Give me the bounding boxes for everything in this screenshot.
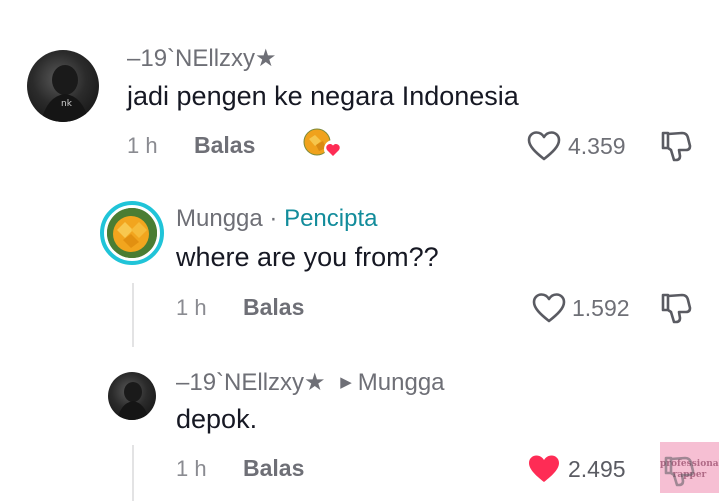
comment-username[interactable]: Mungga · Pencipta <box>176 205 377 233</box>
dislike-icon[interactable] <box>659 129 693 163</box>
creator-liked-badge <box>303 127 343 161</box>
commenter-avatar[interactable] <box>108 372 156 420</box>
heart-filled-icon[interactable] <box>527 454 561 484</box>
thread-line <box>132 283 134 347</box>
thread-line <box>132 445 134 501</box>
comment-time: 1 h <box>127 133 158 158</box>
comment-text: depok. <box>176 404 258 434</box>
mango-photo <box>107 208 157 258</box>
avatar-photo <box>117 382 149 420</box>
like-count: 4.359 <box>568 133 626 159</box>
like-count: 2.495 <box>568 456 626 482</box>
commenter-avatar[interactable]: nk <box>27 50 99 122</box>
like-count: 1.592 <box>572 295 630 321</box>
creator-avatar[interactable] <box>107 208 157 258</box>
heart-icon[interactable] <box>532 293 566 323</box>
heart-icon[interactable] <box>527 131 561 161</box>
reply-button[interactable]: Balas <box>194 132 255 159</box>
username-text[interactable]: Mungga <box>176 205 263 232</box>
comment-time: 1 h <box>176 456 207 481</box>
reply-button[interactable]: Balas <box>243 455 304 482</box>
comment-text: where are you from?? <box>176 242 439 272</box>
reply-button[interactable]: Balas <box>243 294 304 321</box>
reply-arrow-icon: ▶ <box>340 374 352 391</box>
creator-label: Pencipta <box>284 205 378 232</box>
dislike-icon[interactable] <box>659 291 693 325</box>
avatar-photo: nk <box>41 65 89 122</box>
comment-text: jadi pengen ke negara Indonesia <box>127 81 519 111</box>
username-text[interactable]: –19`NEllzxy★ <box>176 369 326 396</box>
comment-time: 1 h <box>176 295 207 320</box>
comment-username[interactable]: –19`NEllzxy★ <box>127 44 277 73</box>
svg-text:nk: nk <box>61 99 73 109</box>
separator: · <box>262 205 285 232</box>
reply-to-username[interactable]: Mungga <box>358 369 445 396</box>
dislike-icon[interactable] <box>662 454 696 488</box>
comment-username[interactable]: –19`NEllzxy★ ▶ Mungga <box>176 368 445 397</box>
